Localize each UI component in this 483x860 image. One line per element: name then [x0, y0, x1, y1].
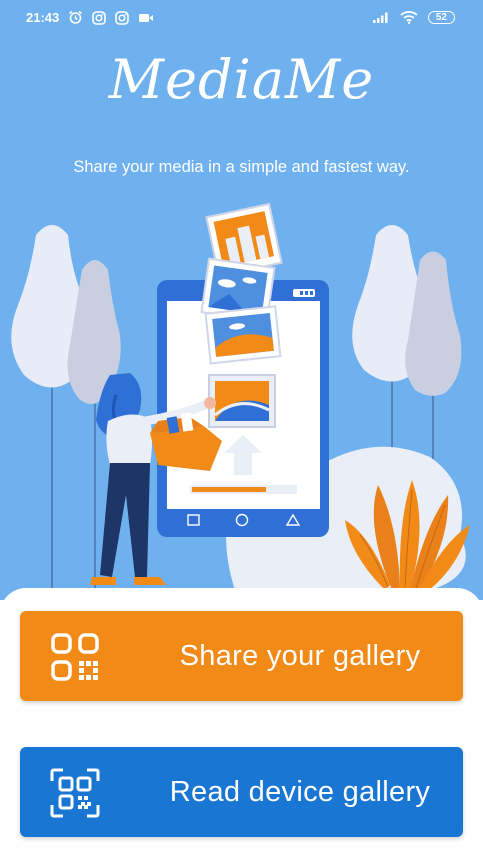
floating-photos-illustration	[200, 202, 283, 365]
qr-scan-icon	[50, 768, 100, 818]
signal-icon	[372, 11, 390, 23]
hero-illustration	[11, 202, 470, 591]
read-gallery-label: Read device gallery	[169, 775, 431, 808]
hero-banner: 21:43 52 MediaMe Share your media in a s…	[0, 0, 483, 600]
share-gallery-label: Share your gallery	[179, 639, 421, 672]
app-title: MediaMe	[108, 48, 375, 111]
instagram-icon	[115, 10, 130, 25]
wifi-icon	[400, 10, 418, 24]
status-bar-right: 52	[372, 10, 455, 24]
status-bar-left: 21:43	[26, 10, 154, 25]
app-tagline: Share your media in a simple and fastest…	[73, 158, 410, 176]
qr-code-icon	[50, 632, 100, 682]
status-time: 21:43	[26, 10, 60, 25]
instagram-icon	[92, 10, 107, 25]
share-gallery-button[interactable]: Share your gallery	[20, 611, 463, 701]
status-bar: 21:43 52	[0, 0, 483, 34]
battery-icon: 52	[427, 10, 455, 24]
alarm-icon	[68, 10, 83, 25]
video-camera-icon	[138, 12, 154, 24]
read-gallery-button[interactable]: Read device gallery	[20, 747, 463, 837]
